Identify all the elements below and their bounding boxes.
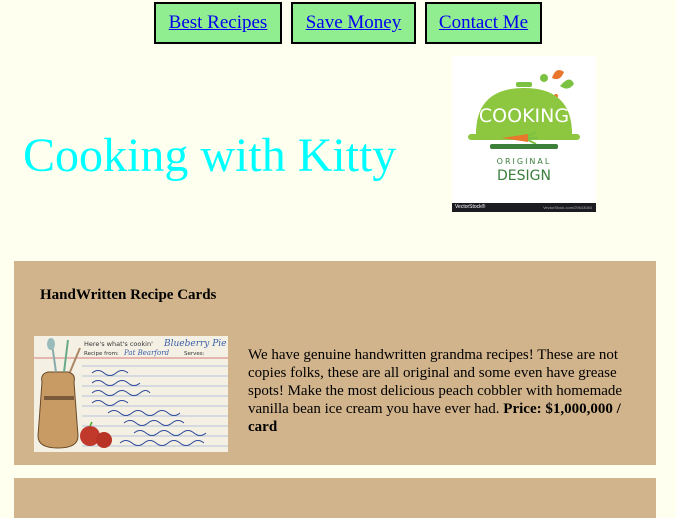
cooking-logo-icon: COOKING ORIGINAL DESIGN: [468, 70, 580, 184]
nav-best-recipes[interactable]: Best Recipes: [154, 2, 282, 44]
cooking-logo-image: COOKING ORIGINAL DESIGN VectorStock® Vec…: [452, 56, 596, 212]
top-nav: Best Recipes Save Money Contact Me: [0, 2, 676, 48]
logo-watermark-right: VectorStock.com/29643084: [543, 205, 592, 210]
logo-word: COOKING: [479, 105, 569, 127]
recipe-card-image: Here's what's cookin' Blueberry Pie Reci…: [34, 336, 228, 452]
logo-line2: DESIGN: [497, 168, 551, 184]
logo-line1: ORIGINAL: [497, 157, 552, 166]
recipe-card-section: HandWritten Recipe Cards Here's what's c…: [14, 261, 656, 465]
card-description: We have genuine handwritten grandma reci…: [248, 346, 648, 436]
nav-save-money[interactable]: Save Money: [291, 2, 416, 44]
card-from: Pat Bearford: [123, 349, 170, 357]
card-title: HandWritten Recipe Cards: [40, 287, 217, 303]
site-title: Cooking with Kitty: [23, 129, 397, 182]
card-dish: Blueberry Pie: [163, 339, 227, 349]
logo-watermark: VectorStock® VectorStock.com/29643084: [452, 203, 596, 212]
card-from-label: Recipe from:: [84, 351, 119, 357]
second-card-section: [14, 478, 656, 518]
recipe-card-illustration: Here's what's cookin' Blueberry Pie Reci…: [34, 336, 228, 452]
card-serves-label: Serves:: [184, 351, 205, 357]
logo-watermark-left: VectorStock®: [455, 204, 486, 210]
card-heading: Here's what's cookin': [84, 340, 153, 348]
nav-contact-me[interactable]: Contact Me: [425, 2, 542, 44]
